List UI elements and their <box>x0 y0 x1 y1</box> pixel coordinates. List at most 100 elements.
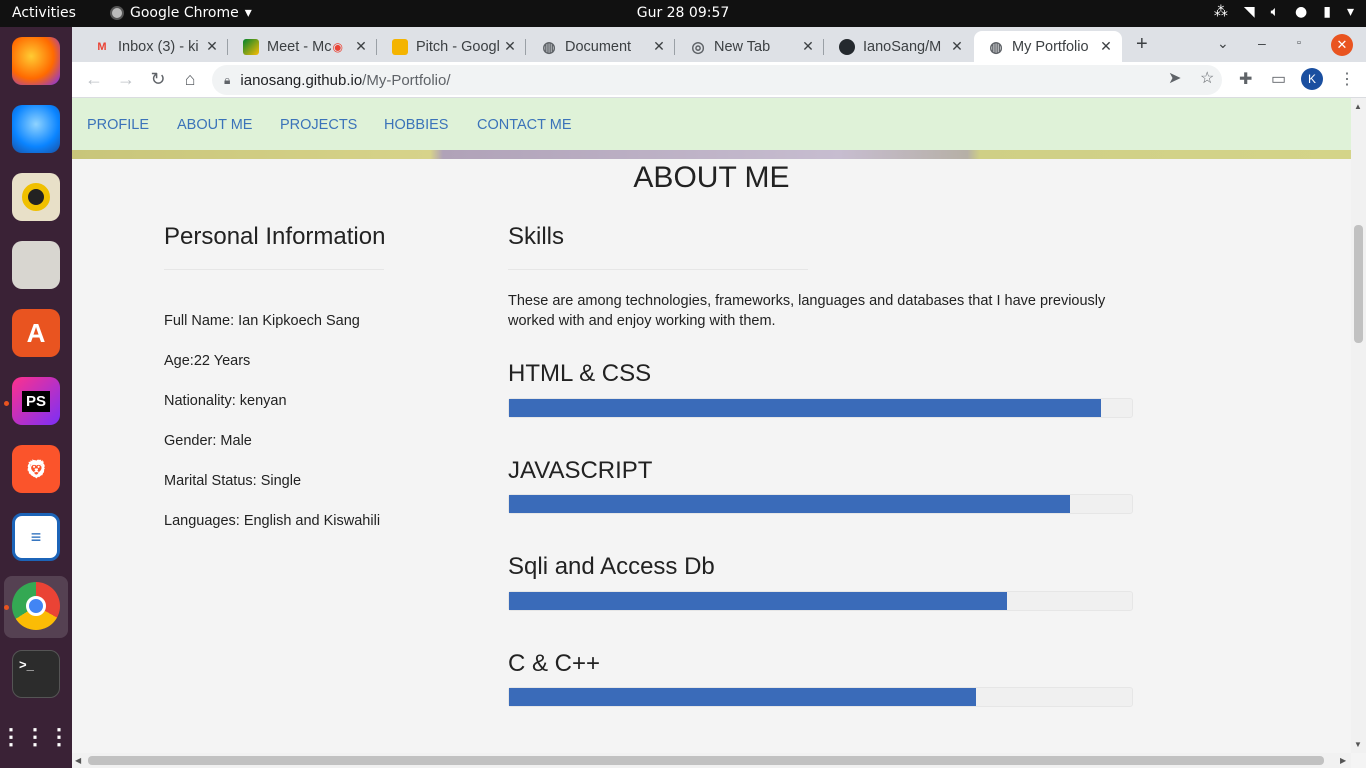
thunderbird-icon[interactable] <box>12 105 60 153</box>
browser-toolbar: ← → ↻ ⌂ 🔒︎ ianosang.github.io/My-Portfol… <box>72 62 1366 98</box>
skill-progress-bar <box>508 591 1133 611</box>
system-top-bar: Activities Google Chrome ▾ Gur 28 09:57 … <box>0 0 1366 27</box>
lock-icon[interactable]: 🔒︎ <box>224 73 230 88</box>
activities-button[interactable]: Activities <box>12 5 76 21</box>
volume-icon: 🔈︎ <box>1270 4 1280 20</box>
horizontal-scrollbar[interactable]: ◀ ▶ <box>72 753 1351 768</box>
meet-icon <box>243 38 259 55</box>
tab-close-icon[interactable]: ✕ <box>949 38 965 55</box>
tab-pitch[interactable]: Pitch - Googl ✕ <box>378 31 526 62</box>
info-age: Age:22 Years <box>164 353 251 369</box>
tab-inbox[interactable]: M Inbox (3) - ki ✕ <box>80 31 228 62</box>
network-icon: ⁂ <box>1213 4 1228 20</box>
ubuntu-software-icon[interactable]: A <box>12 309 60 357</box>
running-indicator <box>4 605 9 610</box>
clock[interactable]: Gur 28 09:57 <box>637 5 730 21</box>
info-gender: Gender: Male <box>164 433 252 449</box>
skill-name: HTML & CSS <box>508 360 652 387</box>
dock: A PS 🦁︎ ≡ >_ ⋮⋮⋮ <box>0 27 72 768</box>
home-button[interactable]: ⌂ <box>179 69 201 90</box>
tab-title: Meet - Mc <box>267 38 332 55</box>
tab-close-icon[interactable]: ✕ <box>651 38 667 55</box>
skill-progress-fill <box>509 688 977 706</box>
site-navbar: PROFILE ABOUT ME PROJECTS HOBBIES CONTAC… <box>72 98 1351 150</box>
info-full-name: Full Name: Ian Kipkoech Sang <box>164 313 360 329</box>
tab-close-icon[interactable]: ✕ <box>353 38 369 55</box>
more-menu-icon[interactable]: ⋮ <box>1339 69 1355 89</box>
app-menu[interactable]: Google Chrome ▾ <box>110 5 252 21</box>
gmail-icon: M <box>97 40 107 53</box>
vertical-scrollbar[interactable]: ▲ ▼ <box>1351 98 1366 753</box>
tab-title: My Portfolio <box>1012 38 1089 55</box>
tab-title: New Tab <box>714 38 771 55</box>
scroll-left-arrow-icon[interactable]: ◀ <box>75 756 81 765</box>
nav-hobbies[interactable]: HOBBIES <box>384 117 448 133</box>
tab-my-portfolio[interactable]: ◍ My Portfolio ✕ <box>974 31 1122 62</box>
nav-about-me[interactable]: ABOUT ME <box>177 117 252 133</box>
skill-name: C & C++ <box>508 650 601 677</box>
tab-search-icon[interactable]: ⌄ <box>1217 35 1229 52</box>
extensions-icon[interactable]: ✚ <box>1239 69 1252 89</box>
url-host: ianosang.github.io <box>240 71 363 89</box>
minimize-button[interactable]: – <box>1258 35 1266 51</box>
scrollbar-thumb[interactable] <box>1354 225 1363 343</box>
tab-title: Document <box>565 38 632 55</box>
skill-progress-bar <box>508 687 1133 707</box>
hero-image-edge <box>72 150 1351 159</box>
skill-progress-fill <box>509 495 1070 513</box>
running-indicator <box>4 401 9 406</box>
close-window-button[interactable]: ✕ <box>1331 34 1353 56</box>
show-applications-icon[interactable]: ⋮⋮⋮ <box>0 713 70 761</box>
back-button[interactable]: ← <box>83 69 105 90</box>
tab-github[interactable]: IanoSang/M ✕ <box>825 31 973 62</box>
scroll-down-arrow-icon[interactable]: ▼ <box>1354 740 1362 749</box>
page-viewport: PROFILE ABOUT ME PROJECTS HOBBIES CONTAC… <box>72 98 1351 753</box>
scroll-right-arrow-icon[interactable]: ▶ <box>1340 756 1346 765</box>
tab-close-icon[interactable]: ✕ <box>800 38 816 55</box>
power-menu-icon: ▾ <box>1346 4 1354 20</box>
reload-button[interactable]: ↻ <box>147 69 169 90</box>
brave-icon[interactable]: 🦁︎ <box>12 445 60 493</box>
address-bar[interactable]: 🔒︎ ianosang.github.io/My-Portfolio/ <box>212 65 1222 95</box>
nav-projects[interactable]: PROJECTS <box>280 117 357 133</box>
maximize-button[interactable]: ▫ <box>1297 37 1301 49</box>
new-tab-button[interactable]: + <box>1136 33 1148 56</box>
app-menu-label: Google Chrome <box>130 5 239 21</box>
tab-close-icon[interactable]: ✕ <box>1098 38 1114 55</box>
bookmark-star-icon[interactable]: ☆ <box>1200 68 1214 88</box>
skill-name: Sqli and Access Db <box>508 553 715 580</box>
info-languages: Languages: English and Kiswahili <box>164 513 381 529</box>
files-icon[interactable] <box>12 241 60 289</box>
scrollbar-thumb[interactable] <box>88 756 1324 765</box>
nav-contact-me[interactable]: CONTACT ME <box>477 117 572 133</box>
tab-strip: M Inbox (3) - ki ✕ Meet - Mc ◉ ✕ Pitch -… <box>72 27 1366 62</box>
phpstorm-icon[interactable]: PS <box>12 377 60 425</box>
profile-avatar[interactable]: K <box>1301 68 1323 90</box>
terminal-icon[interactable]: >_ <box>12 650 60 698</box>
tab-document[interactable]: ◍ Document ✕ <box>527 31 675 62</box>
nav-profile[interactable]: PROFILE <box>87 117 149 133</box>
skills-intro: These are among technologies, frameworks… <box>508 293 1106 329</box>
tab-close-icon[interactable]: ✕ <box>204 38 220 55</box>
cast-icon[interactable]: ▭ <box>1271 69 1286 89</box>
forward-button[interactable]: → <box>115 69 137 90</box>
tab-new-tab[interactable]: ◎ New Tab ✕ <box>676 31 824 62</box>
scroll-up-arrow-icon[interactable]: ▲ <box>1354 102 1362 111</box>
info-marital-status: Marital Status: Single <box>164 473 302 489</box>
firefox-icon[interactable] <box>12 37 60 85</box>
system-tray[interactable]: ⁂ ◥ 🔈︎ ● ▮ ▾ <box>1214 4 1354 20</box>
tab-title: IanoSang/M <box>863 38 942 55</box>
tab-title: Pitch - Googl <box>416 38 500 55</box>
google-chrome-icon[interactable] <box>12 582 60 630</box>
send-to-device-icon[interactable]: ➤ <box>1168 68 1181 88</box>
globe-icon: ◍ <box>542 38 556 56</box>
divider <box>164 269 384 270</box>
libreoffice-writer-icon[interactable]: ≡ <box>12 513 60 561</box>
rhythmbox-icon[interactable] <box>12 173 60 221</box>
tab-close-icon[interactable]: ✕ <box>502 38 518 55</box>
divider <box>508 269 808 270</box>
tab-title: Inbox (3) - ki <box>118 38 199 55</box>
chrome-icon: ◎ <box>691 38 705 56</box>
tab-meet[interactable]: Meet - Mc ◉ ✕ <box>229 31 377 62</box>
url-path: /My-Portfolio/ <box>362 71 451 89</box>
